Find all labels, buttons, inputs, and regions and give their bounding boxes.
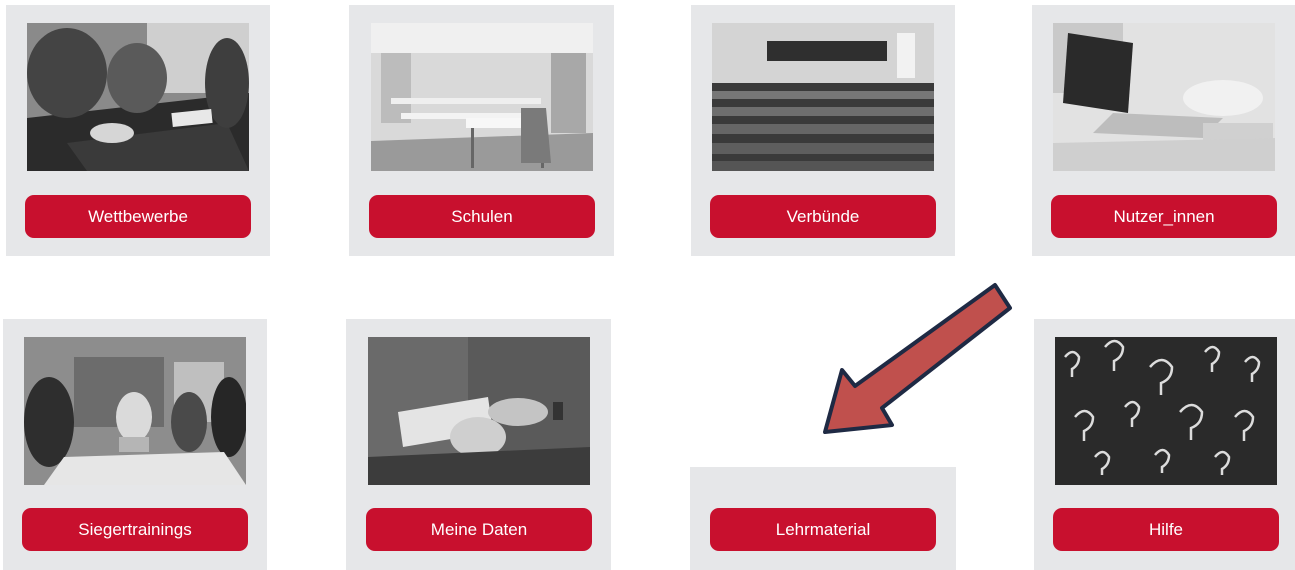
lecture-hall-photo bbox=[712, 23, 934, 171]
tile-lehrmaterial[interactable]: Lehrmaterial bbox=[690, 467, 956, 570]
wettbewerbe-button[interactable]: Wettbewerbe bbox=[25, 195, 251, 238]
classroom-photo bbox=[371, 23, 593, 171]
team-meeting-photo bbox=[24, 337, 246, 485]
verbuende-button[interactable]: Verbünde bbox=[710, 195, 936, 238]
question-marks-chalkboard-photo bbox=[1055, 337, 1277, 485]
tile-meine-daten[interactable]: Meine Daten bbox=[346, 319, 611, 570]
hilfe-button[interactable]: Hilfe bbox=[1053, 508, 1279, 551]
meine-daten-button[interactable]: Meine Daten bbox=[366, 508, 592, 551]
tile-verbuende[interactable]: Verbünde bbox=[691, 5, 955, 256]
pointer-arrow-icon bbox=[823, 283, 1012, 434]
laptop-work-photo bbox=[1053, 23, 1275, 171]
tile-nutzer-innen[interactable]: Nutzer_innen bbox=[1032, 5, 1295, 256]
lehrmaterial-button[interactable]: Lehrmaterial bbox=[710, 508, 936, 551]
tile-schulen[interactable]: Schulen bbox=[349, 5, 614, 256]
schulen-button[interactable]: Schulen bbox=[369, 195, 595, 238]
tile-wettbewerbe[interactable]: Wettbewerbe bbox=[6, 5, 270, 256]
meeting-table-photo bbox=[27, 23, 249, 171]
tile-hilfe[interactable]: Hilfe bbox=[1034, 319, 1295, 570]
nutzer-innen-button[interactable]: Nutzer_innen bbox=[1051, 195, 1277, 238]
hands-document-photo bbox=[368, 337, 590, 485]
siegertrainings-button[interactable]: Siegertrainings bbox=[22, 508, 248, 551]
tile-siegertrainings[interactable]: Siegertrainings bbox=[3, 319, 267, 570]
